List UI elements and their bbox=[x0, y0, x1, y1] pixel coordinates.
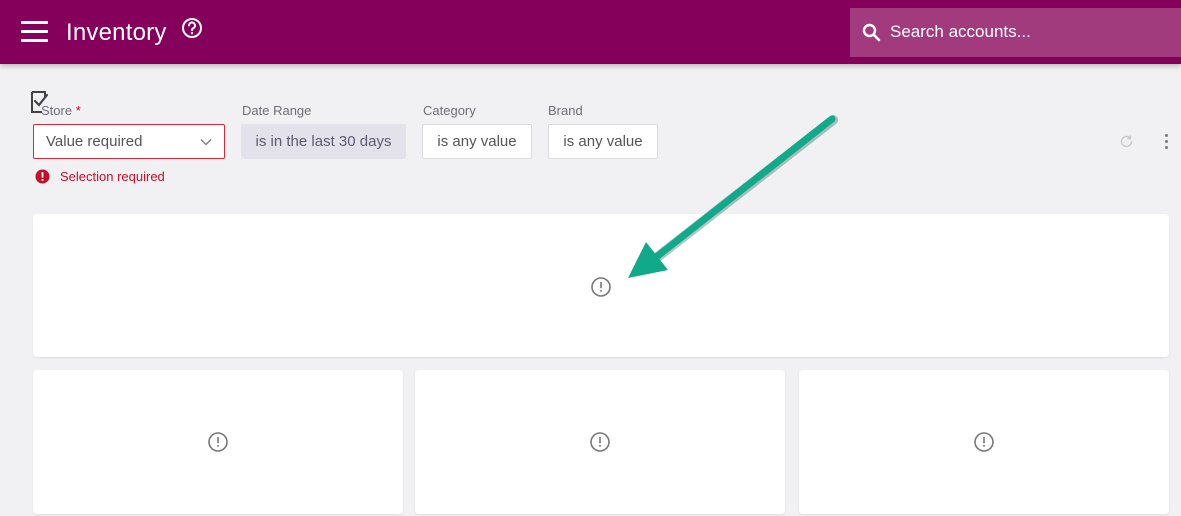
required-marker: * bbox=[75, 103, 81, 118]
brand-label: Brand bbox=[548, 103, 583, 118]
hamburger-menu-icon[interactable] bbox=[21, 21, 48, 43]
reload-icon[interactable] bbox=[1119, 134, 1134, 149]
category-label: Category bbox=[423, 103, 476, 118]
date-range-label: Date Range bbox=[242, 103, 312, 118]
store-filter-label: Store * bbox=[41, 103, 81, 118]
search-box[interactable] bbox=[850, 8, 1181, 57]
error-text: Selection required bbox=[60, 169, 165, 184]
exclamation-circle-icon bbox=[974, 432, 994, 452]
page-title: Inventory bbox=[66, 19, 167, 46]
more-options-icon[interactable] bbox=[1163, 134, 1169, 150]
exclamation-circle-icon bbox=[591, 277, 611, 297]
chevron-down-icon bbox=[200, 138, 212, 145]
exclamation-circle-icon bbox=[590, 432, 610, 452]
top-app-bar: Inventory bbox=[0, 0, 1181, 64]
dashboard-tile-bottom-middle bbox=[415, 370, 785, 514]
dashboard-tile-bottom-right bbox=[799, 370, 1169, 514]
category-filter[interactable]: is any value bbox=[422, 124, 532, 159]
dashboard-tile-bottom-left bbox=[33, 370, 403, 514]
store-select[interactable]: Value required bbox=[33, 124, 225, 159]
search-icon bbox=[862, 23, 881, 42]
date-range-filter[interactable]: is in the last 30 days bbox=[241, 124, 406, 159]
store-select-value: Value required bbox=[46, 133, 143, 150]
search-input[interactable] bbox=[890, 20, 1160, 44]
store-error-message: Selection required bbox=[35, 169, 165, 184]
error-icon bbox=[35, 169, 50, 184]
dashboard-tile-top bbox=[33, 214, 1169, 357]
exclamation-circle-icon bbox=[208, 432, 228, 452]
store-label-text: Store bbox=[41, 103, 73, 118]
help-icon[interactable] bbox=[181, 17, 203, 39]
brand-filter[interactable]: is any value bbox=[548, 124, 658, 159]
